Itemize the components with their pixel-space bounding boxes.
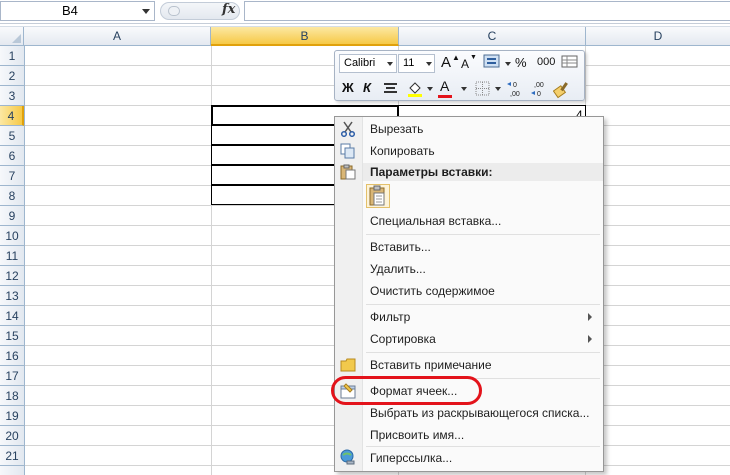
row-header[interactable]: 3 <box>0 86 24 106</box>
grow-font-button[interactable]: A <box>441 54 451 71</box>
copy-icon <box>340 143 355 159</box>
row-header[interactable]: 9 <box>0 206 24 226</box>
row-headers: 1 2 3 4 5 6 7 8 9 10 11 12 13 14 15 16 1… <box>0 46 25 475</box>
decrease-decimal-icon[interactable]: ,00 0 <box>529 79 549 99</box>
row-header[interactable]: 19 <box>0 406 24 426</box>
name-box-value: B4 <box>62 3 78 18</box>
menu-separator <box>366 234 600 235</box>
italic-button[interactable]: К <box>363 80 371 95</box>
column-header-d[interactable]: D <box>586 27 730 46</box>
menu-item-hyperlink[interactable]: Гиперссылка... <box>370 451 452 465</box>
align-center-icon[interactable] <box>383 82 399 96</box>
scissors-icon <box>340 121 356 137</box>
column-header-b[interactable]: B <box>211 27 399 46</box>
menu-heading-paste-options: Параметры вставки: <box>370 165 493 179</box>
menu-separator <box>366 352 600 353</box>
resize-handle-icon[interactable] <box>168 6 180 16</box>
bold-button[interactable]: Ж <box>342 80 354 95</box>
increase-decimal-icon[interactable]: 0 ,00 <box>505 79 525 99</box>
menu-item-delete[interactable]: Удалить... <box>370 262 426 276</box>
submenu-arrow-icon <box>588 335 592 343</box>
fill-color-icon[interactable] <box>406 80 424 98</box>
font-color-button[interactable]: A <box>440 78 449 94</box>
menu-separator <box>366 304 600 305</box>
chevron-down-icon[interactable] <box>142 9 150 14</box>
row-header[interactable]: 12 <box>0 266 24 286</box>
column-headers: A B C D <box>0 26 730 46</box>
chevron-down-icon <box>426 62 432 66</box>
column-header-a[interactable]: A <box>24 27 211 46</box>
row-header[interactable]: 6 <box>0 146 24 166</box>
menu-item-sort[interactable]: Сортировка <box>370 332 436 346</box>
menu-item-paste-special[interactable]: Специальная вставка... <box>370 214 501 228</box>
chevron-down-icon <box>495 87 501 91</box>
menu-item-pick-from-list[interactable]: Выбрать из раскрывающегося списка... <box>370 406 589 420</box>
paste-option-button[interactable] <box>366 184 390 208</box>
insert-function-button[interactable]: fx <box>222 2 235 17</box>
shrink-font-icon: ▼ <box>470 54 477 61</box>
row-header[interactable]: 10 <box>0 226 24 246</box>
borders-icon[interactable] <box>475 81 491 97</box>
chevron-down-icon <box>505 62 511 66</box>
format-painter-icon[interactable] <box>553 79 573 99</box>
menu-item-insert-comment[interactable]: Вставить примечание <box>370 358 492 372</box>
menu-item-cut[interactable]: Вырезать <box>370 122 423 136</box>
mini-toolbar: Calibri 11 A ▲ A ▼ % 000 Ж К A 0 ,00 ,00… <box>334 50 585 101</box>
row-header[interactable]: 15 <box>0 326 24 346</box>
row-header[interactable]: 11 <box>0 246 24 266</box>
formula-input[interactable] <box>244 1 730 21</box>
row-header[interactable]: 16 <box>0 346 24 366</box>
menu-item-copy[interactable]: Копировать <box>370 144 435 158</box>
menu-item-define-name[interactable]: Присвоить имя... <box>370 428 464 442</box>
menu-separator <box>366 446 600 447</box>
submenu-arrow-icon <box>588 313 592 321</box>
menu-item-insert[interactable]: Вставить... <box>370 240 431 254</box>
svg-text:0: 0 <box>537 91 541 98</box>
chevron-down-icon <box>427 87 433 91</box>
format-table-icon[interactable] <box>561 54 579 70</box>
chevron-down-icon <box>387 62 393 66</box>
row-header[interactable]: 5 <box>0 126 24 146</box>
grow-font-icon: ▲ <box>452 53 460 62</box>
comma-style-button[interactable]: 000 <box>537 56 555 68</box>
svg-text:,00: ,00 <box>510 91 520 98</box>
number-format-icon[interactable] <box>483 54 501 70</box>
row-header[interactable]: 14 <box>0 306 24 326</box>
font-color-swatch <box>438 95 452 98</box>
highlight-oval <box>331 376 482 405</box>
chevron-down-icon <box>461 87 467 91</box>
row-header[interactable]: 2 <box>0 66 24 86</box>
column-header-c[interactable]: C <box>399 27 586 46</box>
row-header[interactable]: 8 <box>0 186 24 206</box>
row-header[interactable]: 21 <box>0 446 24 466</box>
shrink-font-button[interactable]: A <box>461 57 469 71</box>
row-header[interactable]: 13 <box>0 286 24 306</box>
svg-text:,00: ,00 <box>534 82 544 89</box>
paste-icon <box>340 164 356 180</box>
new-comment-icon <box>340 358 356 372</box>
menu-item-filter[interactable]: Фильтр <box>370 310 410 324</box>
row-header-selected[interactable]: 4 <box>0 106 24 126</box>
svg-text:0: 0 <box>513 82 517 89</box>
percent-style-button[interactable]: % <box>515 55 527 70</box>
row-header[interactable]: 7 <box>0 166 24 186</box>
select-all-triangle-icon <box>12 34 21 43</box>
row-header[interactable]: 1 <box>0 46 24 66</box>
row-header[interactable]: 20 <box>0 426 24 446</box>
hyperlink-icon <box>340 449 355 465</box>
row-header[interactable]: 18 <box>0 386 24 406</box>
row-header[interactable]: 17 <box>0 366 24 386</box>
menu-item-clear-contents[interactable]: Очистить содержимое <box>370 284 495 298</box>
